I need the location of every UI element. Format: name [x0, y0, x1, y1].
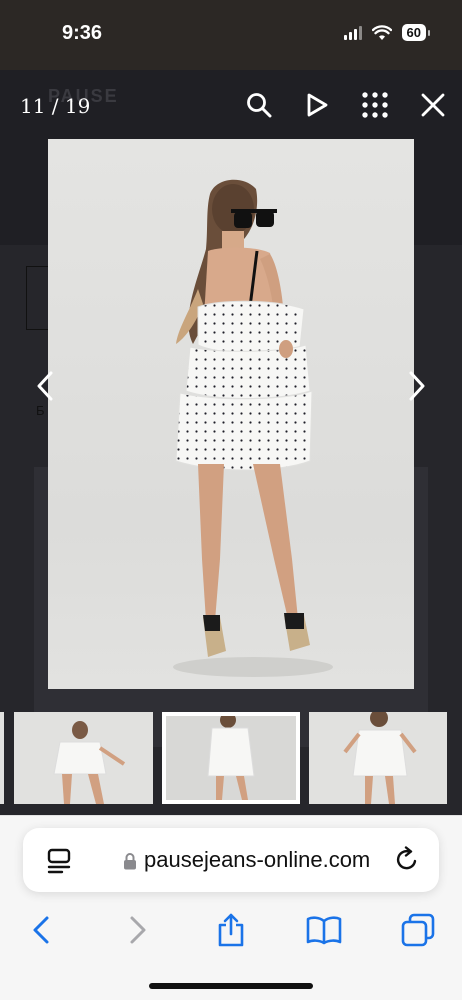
reader-mode-icon	[47, 848, 71, 874]
grid-view-button[interactable]	[346, 88, 404, 122]
search-icon	[247, 93, 272, 118]
cellular-signal-icon	[343, 25, 362, 40]
close-button[interactable]	[404, 88, 462, 122]
status-time: 9:36	[62, 22, 103, 44]
dress-photo	[173, 179, 333, 677]
battery-indicator: 60	[401, 24, 431, 41]
tabs-icon	[401, 913, 435, 947]
slideshow-play-button[interactable]	[288, 88, 346, 122]
thumbnail-item[interactable]	[14, 712, 153, 804]
reload-button[interactable]	[395, 846, 419, 877]
back-icon	[33, 916, 49, 944]
next-image-button[interactable]	[402, 366, 432, 406]
bookmarks-icon	[306, 916, 342, 945]
thumbnail-image	[309, 712, 447, 804]
thumbnail-image	[14, 712, 153, 804]
url-text: pausejeans-online.com	[144, 847, 371, 872]
browser-toolbar	[0, 908, 462, 952]
share-button[interactable]	[209, 908, 253, 952]
thumbnail-strip	[0, 708, 462, 808]
thumbnail-item[interactable]	[309, 712, 447, 804]
status-bar: 9:36 60	[0, 0, 462, 70]
reader-mode-button[interactable]	[47, 848, 71, 879]
lightbox-toolbar	[230, 88, 462, 122]
chevron-left-icon	[37, 371, 53, 401]
thumbnail-image	[166, 716, 296, 800]
search-button[interactable]	[230, 88, 288, 122]
home-indicator	[149, 983, 313, 989]
play-icon	[307, 93, 328, 117]
main-product-image	[48, 139, 414, 689]
share-icon	[218, 913, 244, 947]
forward-button[interactable]	[116, 908, 160, 952]
forward-icon	[130, 916, 146, 944]
reload-icon	[396, 846, 417, 870]
bookmarks-button[interactable]	[302, 908, 346, 952]
tabs-button[interactable]	[396, 908, 440, 952]
thumbnail-item-selected[interactable]	[162, 712, 300, 804]
lock-icon	[123, 852, 137, 875]
previous-image-button[interactable]	[30, 366, 60, 406]
image-lightbox: PAUSE Б 11 / 19	[0, 70, 462, 815]
browser-chrome: pausejeans-online.com	[0, 815, 462, 1000]
status-icons: 60	[343, 24, 431, 41]
grid-icon	[362, 92, 388, 118]
image-counter: 11 / 19	[20, 94, 91, 118]
back-button[interactable]	[19, 908, 63, 952]
address-bar[interactable]: pausejeans-online.com	[23, 828, 439, 892]
close-icon	[421, 93, 445, 117]
wifi-icon	[371, 24, 392, 40]
thumbnail-partial[interactable]	[0, 712, 4, 804]
chevron-right-icon	[409, 371, 425, 401]
